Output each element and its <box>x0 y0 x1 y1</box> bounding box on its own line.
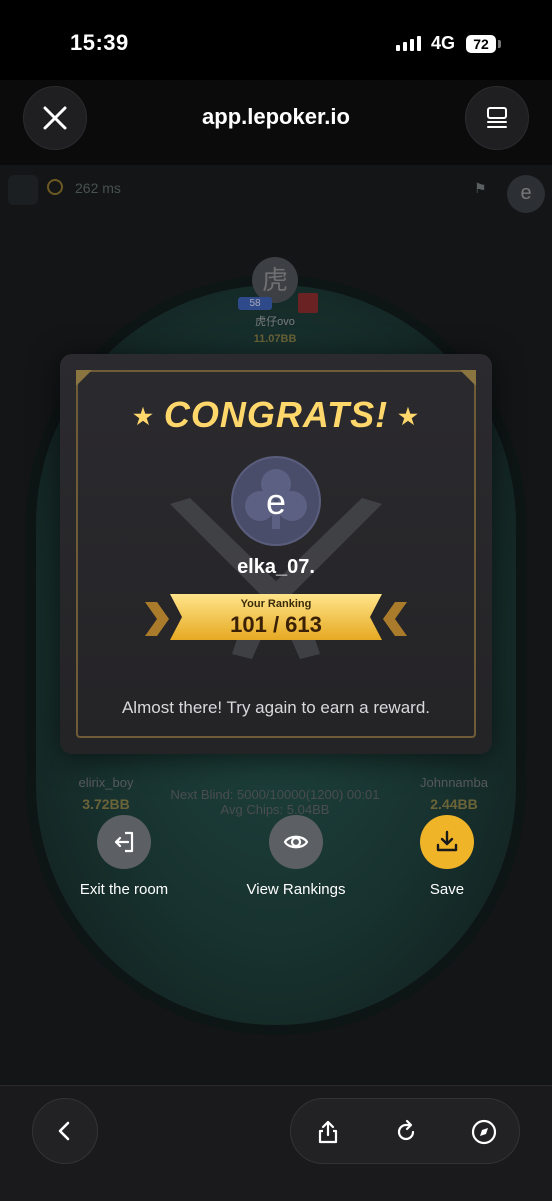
exit-icon-circle[interactable] <box>97 815 151 869</box>
user-avatar[interactable]: e <box>507 175 545 213</box>
browser-actions <box>290 1098 520 1164</box>
download-icon <box>436 830 458 852</box>
battery-tip <box>498 40 501 48</box>
signal-icon <box>396 36 421 51</box>
next-blind: Next Blind: 5000/10000(1200) 00:01 <box>170 787 380 802</box>
battery-icon: 72 <box>466 35 496 53</box>
reader-button[interactable] <box>465 86 529 150</box>
corner-ornament <box>76 370 92 386</box>
exit-icon <box>114 831 134 853</box>
congrats-modal: ★ CONGRATS! ★ e elka_07. Your Ranking 10… <box>60 354 492 754</box>
browser-bottom-bar <box>0 1085 552 1201</box>
seat-right: Johnnamba 2.44BB <box>408 775 500 812</box>
reload-button[interactable] <box>373 1099 439 1165</box>
player-avatar: e <box>231 456 321 546</box>
seat-level: 58 <box>238 297 272 310</box>
seat-chips: 2.44BB <box>430 796 478 812</box>
seat-left: elirix_boy 3.72BB <box>62 775 150 812</box>
seat-chips: 3.72BB <box>82 796 130 812</box>
card-icon <box>298 293 318 313</box>
ranking-label: Your Ranking <box>240 598 312 610</box>
reload-icon <box>397 1119 415 1141</box>
congrats-title: ★ CONGRATS! ★ <box>60 394 492 436</box>
seat-chips: 11.07BB <box>253 333 297 345</box>
blind-info: Next Blind: 5000/10000(1200) 00:01 Avg C… <box>150 787 400 817</box>
compass-icon <box>471 1119 497 1145</box>
exit-room-button[interactable]: Exit the room <box>49 815 199 898</box>
star-icon: ★ <box>133 404 154 430</box>
chevron-left-icon <box>58 1121 70 1141</box>
player-name: elka_07. <box>237 556 315 578</box>
back-button[interactable] <box>32 1098 98 1164</box>
club-avatar-icon: e <box>245 469 307 529</box>
result-message: Almost there! Try again to earn a reward… <box>121 698 431 717</box>
action-bar: Exit the room View Rankings Save <box>0 815 552 905</box>
compass-button[interactable] <box>451 1099 517 1165</box>
eye-icon-circle[interactable] <box>269 815 323 869</box>
corner-ornament <box>460 370 476 386</box>
latency-text: 262 ms <box>75 180 121 196</box>
share-icon <box>318 1120 338 1144</box>
exit-room-label: Exit the room <box>79 881 169 898</box>
save-label: Save <box>429 881 465 898</box>
seat-name: Johnnamba <box>420 775 488 790</box>
congrats-text: CONGRATS! <box>163 394 389 435</box>
status-time: 15:39 <box>70 30 129 55</box>
menu-grid-icon[interactable] <box>8 175 38 205</box>
view-rankings-button[interactable]: View Rankings <box>221 815 371 898</box>
chevron-right-icon <box>145 602 169 636</box>
latency-icon <box>47 179 63 195</box>
eye-icon <box>283 835 309 849</box>
ranking-value: 101 / 613 <box>230 612 322 637</box>
seat-top: 虎 58 虎仔ovo 11.07BB <box>238 257 318 345</box>
flag-icon[interactable]: ⚑ <box>474 180 487 197</box>
avatar-letter: e <box>266 481 286 522</box>
seat-name: 虎仔ovo <box>255 316 295 328</box>
save-icon-circle[interactable] <box>420 815 474 869</box>
network-type: 4G <box>431 33 456 53</box>
share-button[interactable] <box>295 1099 361 1165</box>
seat-name: elirix_boy <box>78 775 134 790</box>
status-bar: 15:39 4G 72 <box>0 0 552 80</box>
save-button[interactable]: Save <box>372 815 522 898</box>
reader-icon <box>487 107 507 128</box>
game-toolbar: 262 ms ⚑ e <box>0 165 552 215</box>
chevron-left-icon <box>383 602 407 636</box>
view-rankings-label: View Rankings <box>246 881 346 898</box>
star-icon: ★ <box>398 404 419 430</box>
